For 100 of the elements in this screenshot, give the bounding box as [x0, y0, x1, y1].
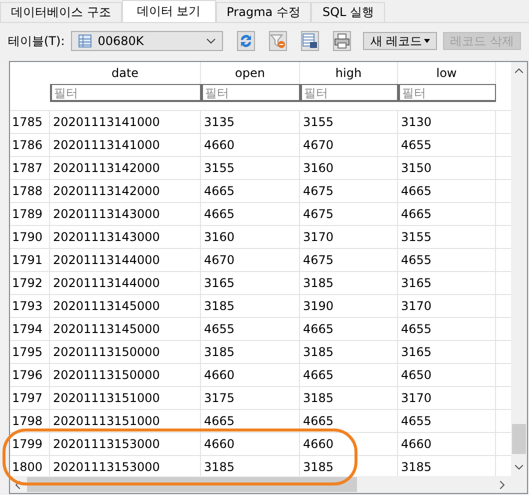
table-cell: 3160 — [300, 157, 398, 179]
table-cell: 4675 — [300, 180, 398, 202]
table-cell: 4655 — [398, 410, 496, 432]
table-cell: 4650 — [398, 364, 496, 386]
table-cell: 4660 — [398, 433, 496, 455]
filter-icon — [270, 33, 286, 49]
filter-field[interactable]: 필터 — [398, 84, 496, 102]
table-cell: 3185 — [201, 341, 300, 363]
row-number: 1788 — [10, 180, 50, 202]
table-cell: 4665 — [201, 180, 300, 202]
filter-field[interactable]: 필터 — [50, 84, 201, 102]
table-cell: 4665 — [398, 203, 496, 225]
table-cell: 3155 — [398, 226, 496, 248]
row-number: 1789 — [10, 203, 50, 225]
row-number: 1796 — [10, 364, 50, 386]
table-cell: 3185 — [300, 387, 398, 409]
row-number: 1785 — [10, 111, 50, 133]
scroll-up-icon — [515, 68, 523, 73]
table-cell: 20201113141000 — [50, 134, 201, 156]
scroll-thumb[interactable] — [512, 424, 526, 454]
chevron-icon — [206, 38, 216, 44]
table-cell: 3185 — [300, 341, 398, 363]
table-cell: 20201113141000 — [50, 111, 201, 133]
row-number: 1794 — [10, 318, 50, 340]
table-cell: 3185 — [201, 295, 300, 317]
filter-field[interactable]: 필터 — [201, 84, 300, 102]
print-button[interactable] — [333, 31, 352, 51]
table-cell: 3130 — [398, 111, 496, 133]
row-number: 1799 — [10, 433, 50, 455]
table-cell: 4655 — [398, 318, 496, 340]
table-cell: 4675 — [300, 249, 398, 271]
table-cell: 4660 — [201, 433, 300, 455]
table-cell: 20201113144000 — [50, 272, 201, 294]
table-cell: 20201113145000 — [50, 318, 201, 340]
table-cell: 3175 — [201, 387, 300, 409]
filter-field[interactable]: 필터 — [300, 84, 398, 102]
caret-icon — [424, 39, 430, 43]
table-cell: 20201113151000 — [50, 410, 201, 432]
table-cell: 4655 — [398, 134, 496, 156]
table-cell: 3185 — [300, 272, 398, 294]
table-cell: 4665 — [300, 318, 398, 340]
table-cell: 3170 — [398, 295, 496, 317]
table-cell: 20201113144000 — [50, 249, 201, 271]
table-cell: 3150 — [398, 157, 496, 179]
table-cell: 4660 — [300, 433, 398, 455]
refresh-button[interactable] — [237, 31, 256, 51]
row-number: 1795 — [10, 341, 50, 363]
tab[interactable]: Pragma 수정 — [216, 2, 312, 22]
vertical-scrollbar[interactable] — [511, 62, 527, 476]
table-cell: 20201113143000 — [50, 203, 201, 225]
save-table-button[interactable] — [301, 31, 320, 51]
table-cell: 4670 — [201, 249, 300, 271]
row-number: 1792 — [10, 272, 50, 294]
table-cell: 3190 — [300, 295, 398, 317]
table-cell: 4665 — [201, 203, 300, 225]
table-cell: 4655 — [201, 318, 300, 340]
table-cell: 4665 — [300, 410, 398, 432]
table-cell: 20201113142000 — [50, 180, 201, 202]
table-cell: 4665 — [300, 364, 398, 386]
new-record-button[interactable]: 새 레코드 — [363, 32, 438, 50]
table-save-icon — [302, 33, 318, 49]
tab[interactable]: 데이터 보기 — [122, 0, 216, 22]
table-cell: 4655 — [398, 249, 496, 271]
table-cell: 20201113150000 — [50, 364, 201, 386]
table-cell: 4660 — [201, 364, 300, 386]
scroll-right-icon — [500, 481, 505, 489]
row-number: 1786 — [10, 134, 50, 156]
table-cell: 20201113150000 — [50, 341, 201, 363]
table-cell: 4665 — [201, 410, 300, 432]
table-cell: 20201113142000 — [50, 157, 201, 179]
table-dropdown[interactable]: 00680K — [70, 31, 224, 51]
table-cell: 3170 — [398, 387, 496, 409]
table-cell: 3165 — [398, 341, 496, 363]
table-cell: 20201113153000 — [50, 433, 201, 455]
table-cell: 3165 — [201, 272, 300, 294]
row-number: 1787 — [10, 157, 50, 179]
row-number: 1793 — [10, 295, 50, 317]
tab[interactable]: 데이터베이스 구조 — [0, 2, 122, 22]
row-number: 1791 — [10, 249, 50, 271]
scroll-down-icon — [515, 465, 523, 470]
table-cell: 3135 — [201, 111, 300, 133]
table-cell: 4670 — [300, 134, 398, 156]
scroll-left-icon — [15, 481, 20, 489]
table-cell: 3155 — [300, 111, 398, 133]
clear-filter-button[interactable] — [269, 31, 288, 51]
table-label: 테이블(T): — [8, 32, 65, 50]
table-cell: 4675 — [300, 203, 398, 225]
table-cell: 4665 — [398, 180, 496, 202]
table-cell: 3165 — [398, 272, 496, 294]
row-number: 1797 — [10, 387, 50, 409]
table-cell: 20201113145000 — [50, 295, 201, 317]
table-cell: 3170 — [300, 226, 398, 248]
table-cell: 3155 — [201, 157, 300, 179]
row-number: 1798 — [10, 410, 50, 432]
printer-icon — [334, 33, 350, 49]
table-cell: 4660 — [201, 134, 300, 156]
table-cell: 3160 — [201, 226, 300, 248]
table-icon — [78, 34, 92, 48]
tab[interactable]: SQL 실행 — [311, 2, 386, 22]
row-number: 1790 — [10, 226, 50, 248]
